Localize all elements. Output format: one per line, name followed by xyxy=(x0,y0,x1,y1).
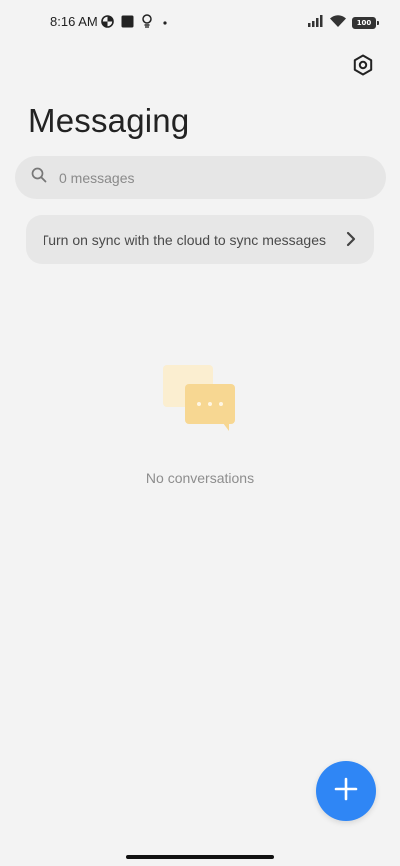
search-bar[interactable] xyxy=(15,156,386,199)
status-bar: 8:16 AM 100 xyxy=(0,0,400,44)
settings-hexagon-icon xyxy=(352,54,374,81)
battery-icon: 100 xyxy=(352,17,379,29)
sync-banner-text: Turn on sync with the cloud to sync mess… xyxy=(44,231,326,248)
settings-button[interactable] xyxy=(350,54,376,80)
wifi-icon xyxy=(330,14,346,32)
data-saver-icon xyxy=(101,14,114,33)
search-input[interactable] xyxy=(57,168,341,187)
status-system-icons: 100 xyxy=(308,14,379,32)
new-conversation-button[interactable] xyxy=(316,761,376,821)
status-notification-icons xyxy=(101,14,170,33)
chevron-right-icon xyxy=(346,231,356,252)
square-notification-icon xyxy=(121,15,134,33)
home-indicator[interactable] xyxy=(126,855,274,859)
sync-banner[interactable]: Turn on sync with the cloud to sync mess… xyxy=(26,215,374,264)
page-title: Messaging xyxy=(28,102,190,139)
chat-bubbles-icon xyxy=(163,365,239,431)
plus-icon xyxy=(334,777,358,806)
signal-icon xyxy=(308,14,324,32)
search-icon xyxy=(31,167,47,188)
lightbulb-icon xyxy=(141,14,153,33)
dot-icon xyxy=(160,15,170,33)
sync-banner-text-container: Turn on sync with the cloud to sync mess… xyxy=(44,232,326,248)
empty-state-text: No conversations xyxy=(145,470,255,486)
status-time: 8:16 AM xyxy=(50,14,98,29)
